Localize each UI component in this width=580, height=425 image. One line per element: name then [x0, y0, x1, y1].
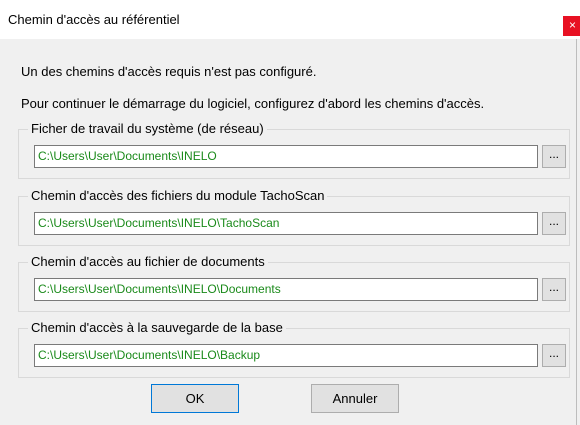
window-border — [576, 39, 577, 425]
browse-button[interactable]: ... — [542, 145, 566, 168]
instruction-message: Pour continuer le démarrage du logiciel,… — [21, 96, 485, 111]
ok-button[interactable]: OK — [151, 384, 239, 413]
group-label: Chemin d'accès au fichier de documents — [28, 254, 268, 269]
documents-path-field[interactable]: C:\Users\User\Documents\INELO\Documents — [34, 278, 538, 301]
group-backup-path: Chemin d'accès à la sauvegarde de la bas… — [18, 320, 570, 378]
browse-button[interactable]: ... — [542, 344, 566, 367]
system-work-path-field[interactable]: C:\Users\User\Documents\INELO — [34, 145, 538, 168]
tachoscan-path-field[interactable]: C:\Users\User\Documents\INELO\TachoScan — [34, 212, 538, 235]
close-button[interactable]: × — [563, 16, 580, 36]
group-documents-path: Chemin d'accès au fichier de documents C… — [18, 254, 570, 312]
group-label: Chemin d'accès des fichiers du module Ta… — [28, 188, 328, 203]
group-label: Chemin d'accès à la sauvegarde de la bas… — [28, 320, 286, 335]
group-tachoscan-path: Chemin d'accès des fichiers du module Ta… — [18, 188, 570, 246]
cancel-button[interactable]: Annuler — [311, 384, 399, 413]
group-system-work-file: Ficher de travail du système (de réseau)… — [18, 121, 570, 179]
title-bar: Chemin d'accès au référentiel × — [0, 0, 580, 39]
window-title: Chemin d'accès au référentiel — [8, 12, 180, 27]
dialog-window: Chemin d'accès au référentiel × Un des c… — [0, 0, 580, 425]
browse-button[interactable]: ... — [542, 278, 566, 301]
group-label: Ficher de travail du système (de réseau) — [28, 121, 267, 136]
info-message: Un des chemins d'accès requis n'est pas … — [21, 64, 317, 79]
backup-path-field[interactable]: C:\Users\User\Documents\INELO\Backup — [34, 344, 538, 367]
browse-button[interactable]: ... — [542, 212, 566, 235]
close-icon: × — [569, 18, 577, 32]
